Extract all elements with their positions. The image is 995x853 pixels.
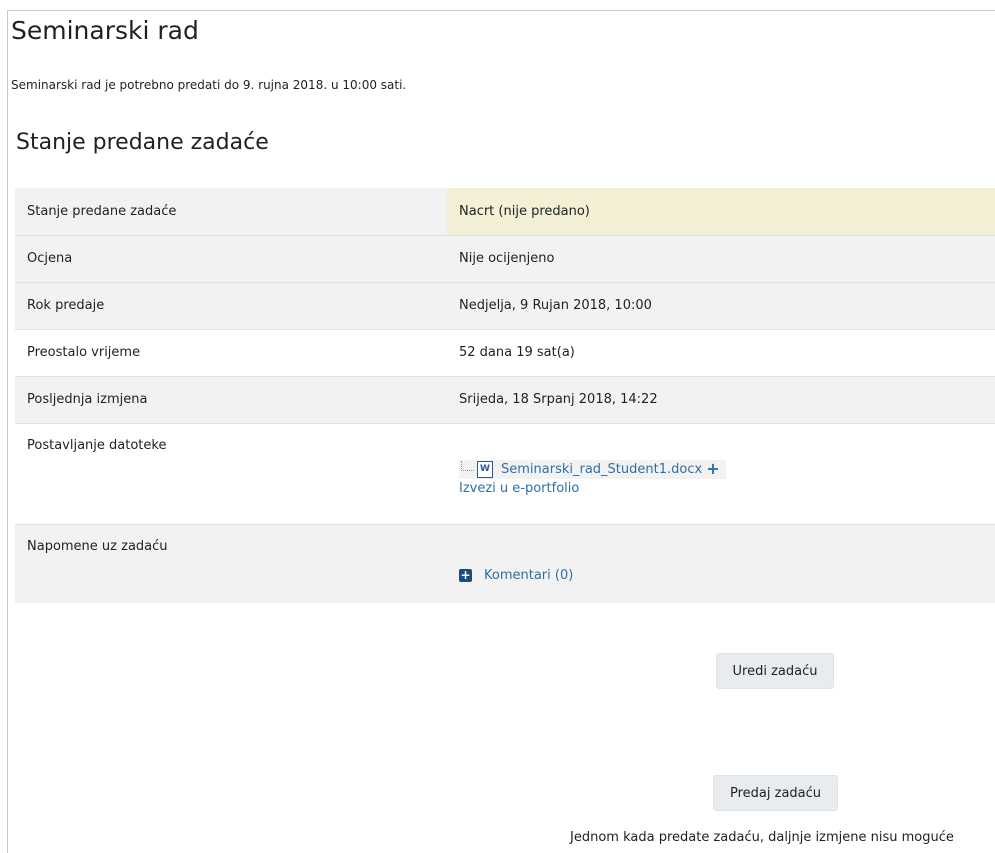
assignment-intro: Seminarski rad je potrebno predati do 9.…: [11, 78, 407, 92]
submission-status-table: Stanje predane zadaće Nacrt (nije predan…: [15, 188, 995, 603]
row-label: Napomene uz zadaću: [15, 523, 447, 603]
edit-submission-button[interactable]: Uredi zadaću: [716, 653, 834, 689]
table-row: Rok predaje Nedjelja, 9 Rujan 2018, 10:0…: [15, 281, 995, 329]
tree-connector: [461, 461, 474, 471]
table-row: Posljednja izmjena Srijeda, 18 Srpanj 20…: [15, 375, 995, 423]
submit-assignment-button[interactable]: Predaj zadaću: [713, 775, 838, 811]
table-row: Stanje predane zadaće Nacrt (nije predan…: [15, 188, 995, 235]
row-label: Ocjena: [15, 234, 447, 282]
last-modified-value: Srijeda, 18 Srpanj 2018, 14:22: [447, 375, 995, 423]
time-remaining-value: 52 dana 19 sat(a): [447, 328, 995, 376]
submission-comments-cell: + Komentari (0): [447, 523, 995, 603]
section-title: Stanje predane zadaće: [16, 130, 269, 155]
table-row: Napomene uz zadaću + Komentari (0): [15, 523, 995, 603]
table-row: Preostalo vrijeme 52 dana 19 sat(a): [15, 328, 995, 376]
file-submissions-cell: W Seminarski_rad_Student1.docx + Izvezi …: [447, 422, 995, 524]
submission-status-value: Nacrt (nije predano): [447, 188, 995, 235]
plus-icon[interactable]: +: [706, 461, 719, 477]
table-row: Postavljanje datoteke W Seminarski_rad_S…: [15, 422, 995, 524]
comments-label: Komentari (0): [484, 568, 574, 584]
due-date-value: Nedjelja, 9 Rujan 2018, 10:00: [447, 281, 995, 329]
comments-toggle[interactable]: + Komentari (0): [459, 568, 573, 583]
expand-plus-icon: +: [459, 568, 472, 583]
page-title: Seminarski rad: [11, 16, 199, 45]
row-label: Preostalo vrijeme: [15, 328, 447, 376]
row-label: Postavljanje datoteke: [15, 422, 447, 524]
row-label: Posljednja izmjena: [15, 375, 447, 423]
export-portfolio-link[interactable]: Izvezi u e-portfolio: [459, 481, 983, 496]
table-row: Ocjena Nije ocijenjeno: [15, 234, 995, 282]
row-label: Rok predaje: [15, 281, 447, 329]
grade-value: Nije ocijenjeno: [447, 234, 995, 282]
submit-warning-note: Jednom kada predate zadaću, daljnje izmj…: [570, 830, 954, 845]
word-doc-icon: W: [477, 460, 493, 478]
file-entry: W Seminarski_rad_Student1.docx +: [459, 459, 726, 479]
row-label: Stanje predane zadaće: [15, 188, 447, 235]
file-link[interactable]: Seminarski_rad_Student1.docx: [501, 462, 702, 477]
